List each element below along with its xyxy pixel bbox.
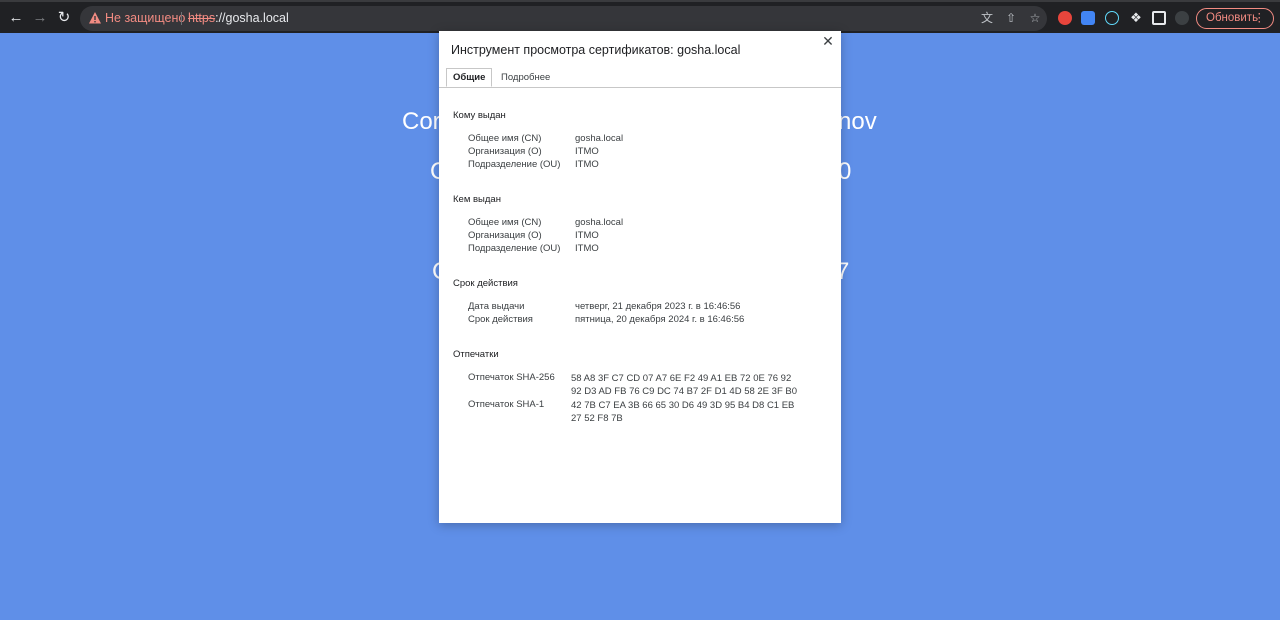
puzzle-icon[interactable]: ❖ xyxy=(1127,9,1145,27)
extension-icon[interactable] xyxy=(1058,11,1072,25)
page-heading-right: nov xyxy=(838,108,877,135)
sha256-value-line2: 92 D3 AD FB 76 C9 DC 74 B7 2F D1 4D 58 2… xyxy=(571,386,798,397)
menu-dots-icon: ⋮ xyxy=(1253,12,1266,24)
url-host: ://gosha.local xyxy=(215,11,289,25)
security-status[interactable]: Не защищено xyxy=(105,11,185,25)
sidepanel-icon[interactable] xyxy=(1152,11,1166,25)
close-icon[interactable]: ✕ xyxy=(821,34,835,48)
profile-icon[interactable] xyxy=(1175,11,1189,25)
issue-date-label: Дата выдачи xyxy=(468,301,525,312)
page-heading-left: Cor xyxy=(402,108,441,135)
issued-to-o-value: ITMO xyxy=(575,146,599,157)
expiry-date-label: Срок действия xyxy=(468,314,533,325)
tab-general[interactable]: Общие xyxy=(446,68,493,87)
fingerprints-title: Отпечатки xyxy=(453,349,499,360)
warning-icon[interactable] xyxy=(88,11,102,25)
share-icon[interactable]: ⇧ xyxy=(1004,11,1018,25)
update-button[interactable]: Обновить ⋮ xyxy=(1196,8,1274,29)
react-devtools-icon[interactable] xyxy=(1105,11,1119,25)
validity-title: Срок действия xyxy=(453,278,518,289)
certificate-dialog: Инструмент просмотра сертификатов: gosha… xyxy=(439,31,841,523)
issued-by-title: Кем выдан xyxy=(453,194,501,205)
star-icon[interactable]: ☆ xyxy=(1028,11,1042,25)
issued-by-ou-label: Подразделение (OU) xyxy=(468,243,561,254)
translate-icon[interactable]: 文 xyxy=(980,11,994,25)
issued-by-ou-value: ITMO xyxy=(575,243,599,254)
issue-date-value: четверг, 21 декабря 2023 г. в 16:46:56 xyxy=(575,301,741,312)
sha1-value-line2: 27 52 F8 7B xyxy=(571,413,623,424)
back-arrow-icon[interactable]: ← xyxy=(7,9,25,27)
issued-to-cn-label: Общее имя (CN) xyxy=(468,133,542,144)
address-bar[interactable]: Не защищено https://gosha.local 文 ⇧ ☆ xyxy=(80,6,1047,31)
sha256-value-line1: 58 A8 3F C7 CD 07 A7 6E F2 49 A1 EB 72 0… xyxy=(571,373,792,384)
url-scheme: https xyxy=(188,11,216,25)
expiry-date-value: пятница, 20 декабря 2024 г. в 16:46:56 xyxy=(575,314,745,325)
issued-to-title: Кому выдан xyxy=(453,110,506,121)
sha1-label: Отпечаток SHA-1 xyxy=(468,399,545,410)
issued-to-o-label: Организация (O) xyxy=(468,146,542,157)
tab-details[interactable]: Подробнее xyxy=(495,68,556,87)
sha256-label: Отпечаток SHA-256 xyxy=(468,372,555,383)
dialog-title: Инструмент просмотра сертификатов: gosha… xyxy=(451,43,741,57)
issued-by-cn-label: Общее имя (CN) xyxy=(468,217,542,228)
browser-toolbar: ← → ↻ Не защищено https://gosha.local 文 … xyxy=(0,0,1280,33)
reload-icon[interactable]: ↻ xyxy=(55,9,73,27)
omnibox-divider xyxy=(181,12,182,25)
update-label: Обновить xyxy=(1206,12,1259,24)
sha1-value-line1: 42 7B C7 EA 3B 66 65 30 D6 49 3D 95 B4 D… xyxy=(571,400,795,411)
issued-by-o-value: ITMO xyxy=(575,230,599,241)
issued-by-cn-value: gosha.local xyxy=(575,217,624,228)
url-text[interactable]: https://gosha.local xyxy=(188,11,289,25)
issued-to-ou-label: Подразделение (OU) xyxy=(468,159,561,170)
forward-arrow-icon[interactable]: → xyxy=(31,9,49,27)
issued-to-ou-value: ITMO xyxy=(575,159,599,170)
translate-extension-icon[interactable] xyxy=(1081,11,1095,25)
issued-by-o-label: Организация (O) xyxy=(468,230,542,241)
tab-bar: Общие Подробнее xyxy=(439,68,841,88)
issued-to-cn-value: gosha.local xyxy=(575,133,624,144)
